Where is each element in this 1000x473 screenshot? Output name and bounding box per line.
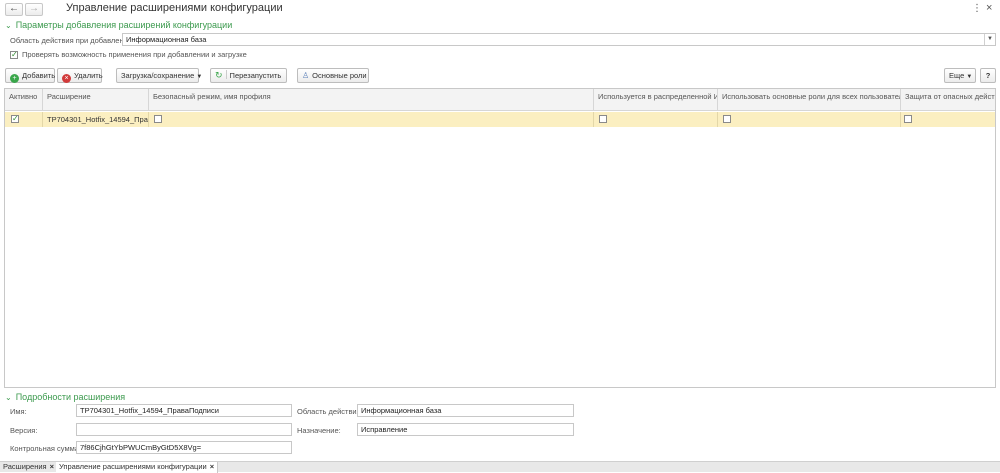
scope-select[interactable]: Информационная база ▼ (122, 33, 996, 46)
restart-button[interactable]: ↻ Перезапустить (210, 68, 287, 83)
help-button[interactable]: ? (980, 68, 996, 83)
table-row[interactable]: ✓ TP704301_Hotfix_14594_Права... (5, 112, 995, 127)
load-save-button[interactable]: Загрузка/сохранение ▼ (116, 68, 203, 83)
settings-section-header[interactable]: ⌄ Параметры добавления расширений конфигу… (5, 20, 232, 30)
cell-safe-mode[interactable] (149, 112, 594, 127)
main-roles-button-label: Основные роли (312, 71, 367, 80)
window-tabs: Расширения × Управление расширениями конф… (0, 461, 1000, 473)
checkmark-icon: ✓ (12, 114, 19, 123)
cell-protection[interactable] (901, 112, 995, 127)
name-label: Имя: (10, 407, 27, 416)
delete-icon: × (62, 74, 71, 83)
scope-label: Область действия при добавлении: (10, 36, 135, 45)
purpose-field[interactable]: Исправление (357, 423, 574, 436)
name-field[interactable]: TP704301_Hotfix_14594_ПраваПодписи (76, 404, 292, 417)
version-field[interactable] (76, 423, 292, 436)
distributed-checkbox[interactable] (599, 115, 607, 123)
active-checkbox[interactable]: ✓ (11, 115, 19, 123)
details-scope-label: Область действия: (297, 407, 363, 416)
column-protection[interactable]: Защита от опасных действий (901, 89, 995, 111)
page-title: Управление расширениями конфигурации (66, 2, 283, 14)
cell-main-roles[interactable] (718, 112, 901, 127)
cell-active[interactable]: ✓ (5, 112, 43, 127)
protection-checkbox[interactable] (904, 115, 912, 123)
chevron-down-icon: ⌄ (5, 393, 12, 402)
main-roles-button[interactable]: ♙ Основные роли (297, 68, 369, 83)
column-extension[interactable]: Расширение (43, 89, 149, 111)
user-icon: ♙ (302, 71, 310, 80)
purpose-label: Назначение: (297, 426, 341, 435)
tab-manage-extensions[interactable]: Управление расширениями конфигурации × (56, 462, 219, 473)
details-section-header[interactable]: ⌄ Подробности расширения (5, 392, 125, 402)
load-save-button-label: Загрузка/сохранение (121, 71, 195, 80)
cell-extension[interactable]: TP704301_Hotfix_14594_Права... (43, 112, 149, 127)
caret-down-icon: ▼ (196, 74, 203, 80)
arrow-left-icon: ← (9, 3, 19, 14)
table-header: Активно Расширение Безопасный режим, имя… (5, 89, 995, 111)
plus-icon: + (10, 74, 19, 83)
dropdown-arrow-icon[interactable]: ▼ (984, 34, 995, 45)
more-button[interactable]: Еще ▼ (944, 68, 976, 83)
chevron-down-icon: ⌄ (5, 21, 12, 30)
tab-extensions-label: Расширения (3, 462, 47, 471)
check-applicability-checkbox[interactable]: ✓ (10, 51, 18, 59)
restart-button-label: Перезапустить (229, 71, 282, 80)
extensions-table[interactable]: Активно Расширение Безопасный режим, имя… (4, 88, 996, 388)
checkmark-icon: ✓ (11, 50, 18, 59)
column-distributed[interactable]: Используется в распределенной ИБ (594, 89, 718, 111)
details-scope-field[interactable]: Информационная база (357, 404, 574, 417)
checksum-label: Контрольная сумма: (10, 444, 82, 453)
checksum-field[interactable]: 7f86CjhGtYbPWUCmByGtD5X8Vg= (76, 441, 292, 454)
version-label: Версия: (10, 426, 38, 435)
check-applicability-label: Проверять возможность применения при доб… (22, 50, 247, 59)
back-button[interactable]: ← (5, 3, 23, 16)
scope-select-value: Информационная база (126, 35, 207, 44)
forward-button[interactable]: → (25, 3, 43, 16)
cell-distributed[interactable] (594, 112, 718, 127)
close-window-icon[interactable]: × (986, 2, 992, 14)
safe-mode-checkbox[interactable] (154, 115, 162, 123)
close-tab-icon[interactable]: × (50, 462, 54, 471)
arrow-right-icon: → (29, 3, 39, 14)
caret-down-icon: ▼ (966, 74, 973, 80)
help-icon: ? (985, 71, 991, 80)
delete-button[interactable]: × Удалить (57, 68, 103, 83)
settings-section-title: Параметры добавления расширений конфигур… (15, 20, 233, 30)
main-roles-checkbox[interactable] (723, 115, 731, 123)
refresh-icon: ↻ (215, 70, 223, 80)
column-main-roles[interactable]: Использовать основные роли для всех поль… (718, 89, 901, 111)
add-button-label: Добавить (22, 71, 56, 80)
tab-manage-extensions-label: Управление расширениями конфигурации (59, 462, 207, 471)
more-button-label: Еще (949, 71, 965, 80)
close-tab-icon[interactable]: × (210, 462, 214, 471)
more-options-icon[interactable]: ⋮ (972, 3, 982, 14)
delete-button-label: Удалить (74, 71, 103, 80)
add-button[interactable]: + Добавить (5, 68, 55, 83)
details-section-title: Подробности расширения (15, 392, 126, 402)
column-active[interactable]: Активно (5, 89, 43, 111)
tab-extensions[interactable]: Расширения × (0, 462, 59, 473)
column-safe-mode[interactable]: Безопасный режим, имя профиля (149, 89, 594, 111)
